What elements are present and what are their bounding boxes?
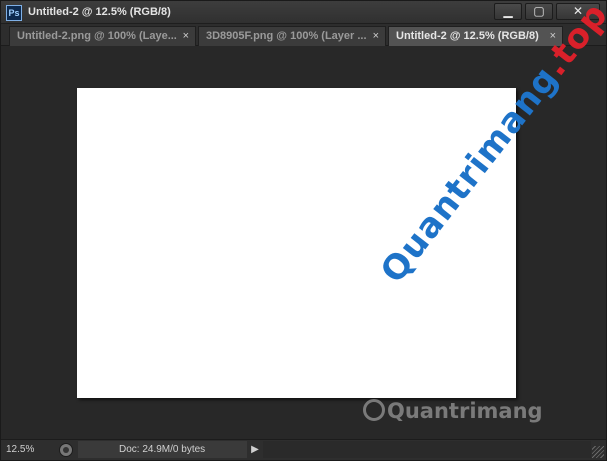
zoom-level-field[interactable]: 12.5% [6, 441, 50, 458]
document-canvas[interactable] [77, 88, 516, 398]
tab-close-icon[interactable]: × [373, 27, 379, 45]
horizontal-scrollbar[interactable] [263, 441, 591, 458]
watermark-subtext: Quantrimang [363, 399, 543, 423]
title-bar[interactable]: Ps Untitled-2 @ 12.5% (RGB/8) ▁ ▢ ✕ [1, 1, 606, 24]
tab-untitled-2-active[interactable]: Untitled-2 @ 12.5% (RGB/8) × [388, 26, 563, 46]
status-menu-arrow-icon[interactable]: ▶ [248, 441, 262, 458]
tab-label: 3D8905F.png @ 100% (Layer ... [206, 30, 367, 42]
minimize-icon: ▁ [503, 4, 513, 18]
tab-label: Untitled-2 @ 12.5% (RGB/8) [396, 30, 539, 42]
maximize-button[interactable]: ▢ [525, 3, 553, 20]
minimize-button[interactable]: ▁ [494, 3, 522, 20]
status-bar: 12.5% Doc: 24.9M/0 bytes ▶ [1, 439, 606, 460]
tab-close-icon[interactable]: × [183, 27, 189, 45]
resize-grip[interactable] [592, 446, 604, 458]
status-info-icon[interactable] [59, 443, 73, 457]
document-tab-bar: Untitled-2.png @ 100% (Laye... × 3D8905F… [1, 24, 606, 46]
document-info: Doc: 24.9M/0 bytes [78, 441, 247, 458]
tab-untitled-2-png[interactable]: Untitled-2.png @ 100% (Laye... × [9, 26, 196, 46]
tab-label: Untitled-2.png @ 100% (Laye... [17, 30, 177, 42]
window-title: Untitled-2 @ 12.5% (RGB/8) [28, 6, 171, 18]
tab-3d8905f-png[interactable]: 3D8905F.png @ 100% (Layer ... × [198, 26, 386, 46]
maximize-icon: ▢ [533, 4, 545, 18]
photoshop-app-icon: Ps [6, 5, 22, 21]
watermark-logo-icon [363, 399, 385, 421]
document-window: Ps Untitled-2 @ 12.5% (RGB/8) ▁ ▢ ✕ Unti… [0, 0, 607, 461]
